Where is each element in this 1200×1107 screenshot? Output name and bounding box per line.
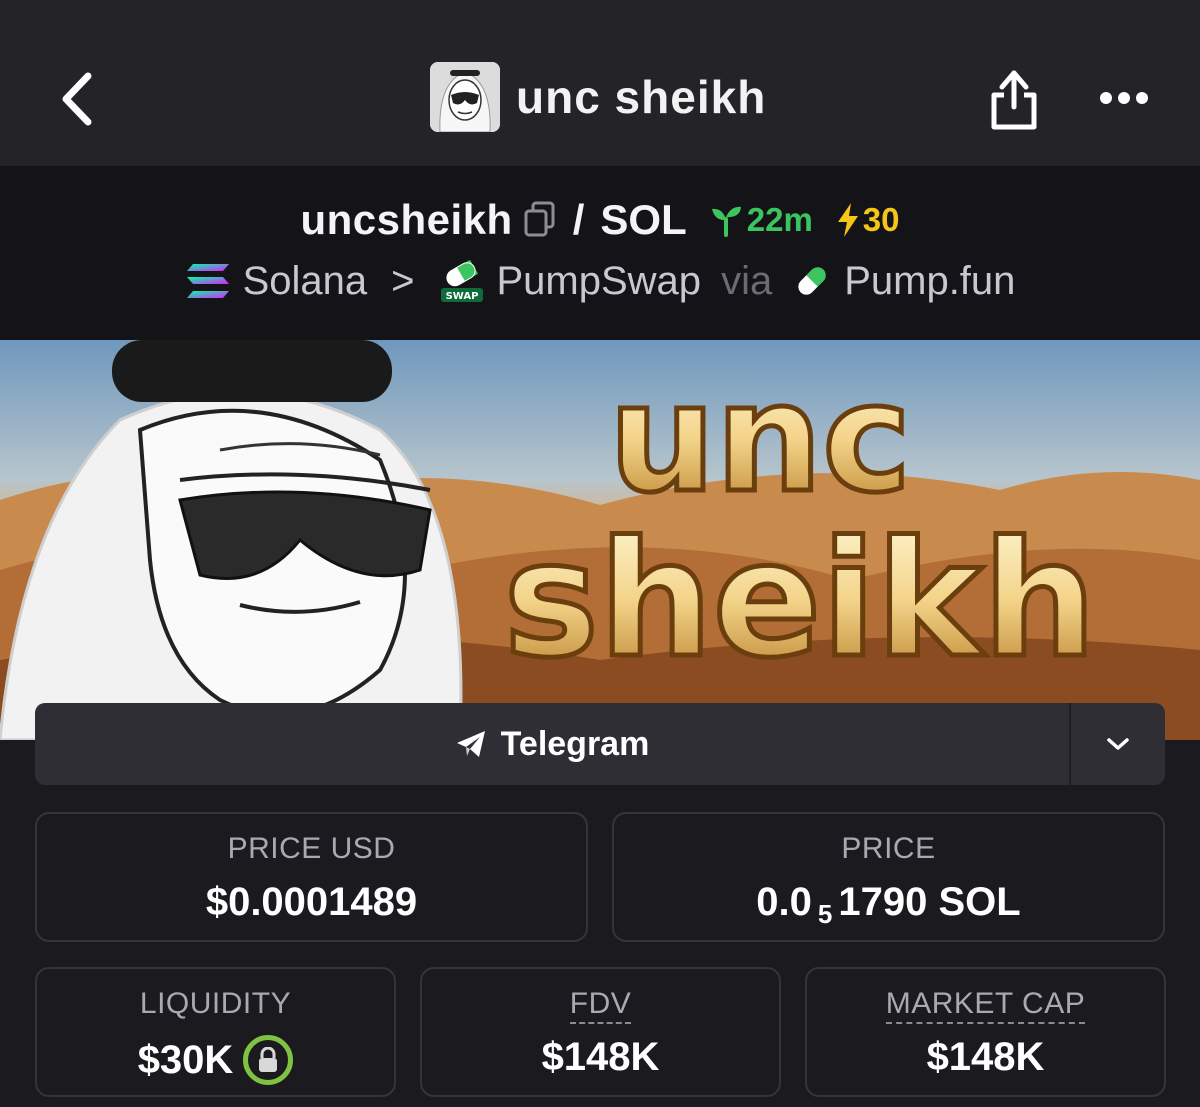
- chevron-left-icon: [62, 72, 92, 126]
- liquidity-label: LIQUIDITY: [139, 987, 292, 1020]
- pair-title-row: uncsheikh / SOL 22m 30: [0, 196, 1200, 244]
- pill-icon: [798, 267, 826, 295]
- fdv-card: FDV $148K: [420, 967, 781, 1097]
- dex-name: PumpSwap: [496, 258, 702, 303]
- token-banner-image: unc sheikh: [0, 340, 1200, 740]
- share-button[interactable]: [984, 62, 1044, 134]
- price-native-zero-count: 5: [817, 899, 833, 929]
- banner-title-line1: unc: [609, 352, 912, 526]
- price-native-rest: 1790 SOL: [838, 880, 1021, 924]
- lightning-icon: [837, 203, 858, 237]
- more-options-button[interactable]: [1094, 78, 1154, 118]
- base-token-symbol: uncsheikh: [300, 196, 513, 243]
- share-icon: [991, 70, 1037, 130]
- breadcrumb-chevron: >: [391, 258, 415, 303]
- pair-separator: /: [572, 196, 585, 243]
- market-cap-label-text: MARKET CAP: [885, 987, 1086, 1024]
- fdv-value: $148K: [541, 1035, 660, 1079]
- liquidity-card: LIQUIDITY $30K: [35, 967, 396, 1097]
- dex-link-pumpswap[interactable]: SWAP PumpSwap: [439, 258, 702, 304]
- back-button[interactable]: [52, 70, 100, 128]
- chain-breadcrumb: Solana > SWAP PumpSwap via Pump.fun: [0, 258, 1200, 304]
- boost-count: 30: [862, 201, 900, 238]
- market-cap-label[interactable]: MARKET CAP: [807, 987, 1164, 1024]
- social-dropdown-button[interactable]: [1069, 703, 1165, 785]
- price-usd-card: PRICE USD $0.0001489: [35, 812, 588, 942]
- banner-title-line2: sheikh: [504, 506, 1097, 693]
- telegram-button[interactable]: Telegram: [35, 703, 1069, 785]
- price-native-prefix: 0.0: [756, 880, 812, 924]
- swap-badge-text: SWAP: [445, 291, 478, 302]
- via-text: via: [721, 258, 773, 303]
- pair-age: 22m: [709, 201, 813, 239]
- lock-icon: [259, 1047, 278, 1072]
- nav-title: unc sheikh: [516, 71, 767, 123]
- price-usd-label: PRICE USD: [227, 832, 396, 865]
- social-links-bar: Telegram: [35, 703, 1165, 785]
- pair-age-text: 22m: [746, 201, 813, 238]
- nav-title-group: unc sheikh: [430, 62, 766, 132]
- telegram-label: Telegram: [500, 724, 650, 763]
- sprout-icon: [711, 206, 741, 237]
- market-cap-value: $148K: [926, 1035, 1045, 1079]
- price-usd-value: $0.0001489: [205, 880, 418, 924]
- market-cap-card: MARKET CAP $148K: [805, 967, 1166, 1097]
- chain-link-solana[interactable]: Solana: [185, 258, 368, 304]
- price-native-card: PRICE 0.0 5 1790 SOL: [612, 812, 1165, 942]
- price-native-label: PRICE: [841, 832, 936, 865]
- fdv-label-text: FDV: [569, 987, 632, 1024]
- pumpswap-icon: SWAP: [440, 259, 483, 302]
- liquidity-value-row: $30K: [37, 1035, 394, 1085]
- more-dots-icon: [1100, 92, 1148, 104]
- telegram-icon: [456, 731, 485, 757]
- launchpad-name: Pump.fun: [844, 258, 1016, 303]
- launchpad-link-pumpfun[interactable]: Pump.fun: [792, 259, 1015, 304]
- chevron-down-icon: [1107, 738, 1129, 750]
- chain-name: Solana: [242, 258, 368, 303]
- copy-icon[interactable]: [523, 201, 557, 239]
- pair-header: uncsheikh / SOL 22m 30 Solana > SWAP Pum…: [0, 166, 1200, 340]
- quote-token-symbol: SOL: [600, 196, 687, 243]
- liquidity-value: $30K: [137, 1037, 234, 1082]
- token-avatar: [430, 62, 500, 132]
- fdv-label[interactable]: FDV: [422, 987, 779, 1024]
- top-navbar: unc sheikh: [0, 0, 1200, 166]
- solana-icon: [186, 264, 229, 298]
- price-native-value: 0.0 5 1790 SOL: [614, 880, 1163, 929]
- liquidity-lock-badge[interactable]: [243, 1035, 294, 1085]
- boost-badge[interactable]: 30: [835, 201, 900, 239]
